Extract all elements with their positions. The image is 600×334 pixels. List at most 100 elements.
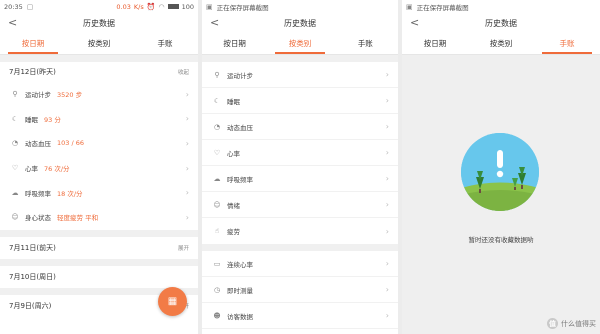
section-divider bbox=[202, 55, 398, 62]
tab-journal[interactable]: 手账 bbox=[333, 33, 398, 54]
category-label: 动态血压 bbox=[227, 123, 253, 132]
calendar-fab-button[interactable]: ▦ bbox=[158, 287, 187, 316]
category-row-continuous-heart-rate[interactable]: ▭ 连续心率 › bbox=[202, 251, 398, 277]
chevron-right-icon: › bbox=[185, 138, 189, 148]
chevron-right-icon: › bbox=[185, 89, 189, 99]
metric-label: 心率 bbox=[25, 165, 38, 174]
tab-by-date[interactable]: 按日期 bbox=[0, 33, 66, 54]
day-title: 7月9日(周六) bbox=[9, 301, 52, 310]
metric-value: 93 分 bbox=[44, 115, 61, 124]
battery-icon bbox=[167, 4, 179, 9]
status-time: 20:35 bbox=[4, 2, 23, 11]
category-label: 访客数据 bbox=[227, 312, 253, 321]
category-row-heart-rate[interactable]: ♡ 心率 › bbox=[202, 140, 398, 166]
page-title: 历史数据 bbox=[284, 18, 316, 28]
tab-journal[interactable]: 手账 bbox=[534, 33, 600, 54]
back-button[interactable]: < bbox=[8, 16, 17, 29]
category-label: 心率 bbox=[227, 149, 240, 158]
chevron-right-icon: › bbox=[385, 311, 389, 320]
section-divider bbox=[0, 258, 198, 266]
category-row-visitor[interactable]: ☻ 访客数据 › bbox=[202, 303, 398, 329]
category-row-fatigue[interactable]: ☝ 疲劳 › bbox=[202, 218, 398, 244]
category-label: 睡眠 bbox=[227, 97, 240, 106]
screen-journal: ▣ 正在保存屏幕截图 < 历史数据 按日期 按类别 手账 暂时还没有收藏数据哟 … bbox=[402, 0, 600, 334]
tab-by-category[interactable]: 按类别 bbox=[468, 33, 534, 54]
day-header-jul12[interactable]: 7月12日(昨天) 收起 bbox=[0, 62, 198, 82]
category-row-mood[interactable]: ☺ 情绪 › bbox=[202, 192, 398, 218]
heart-icon: ♡ bbox=[11, 164, 19, 173]
network-speed: 0.03 bbox=[116, 2, 131, 11]
notification-icon: ▢ bbox=[26, 2, 34, 11]
category-label: 即时测量 bbox=[227, 286, 253, 295]
status-bar: 20:35 ▢ 0.03 K/s ⏰ ◠ 100 bbox=[0, 0, 198, 13]
empty-state-illustration bbox=[461, 133, 539, 211]
breath-icon: ☁ bbox=[213, 174, 221, 183]
day-header-jul11[interactable]: 7月11日(前天) 展开 bbox=[0, 237, 198, 259]
status-bar: ▣ 正在保存屏幕截图 bbox=[202, 0, 398, 13]
tab-bar: 按日期 按类别 手账 bbox=[402, 33, 600, 55]
day-title: 7月11日(前天) bbox=[9, 243, 56, 252]
section-divider bbox=[0, 229, 198, 237]
metric-row-heart-rate[interactable]: ♡ 心率 76 次/分 › bbox=[0, 156, 198, 181]
tab-by-category[interactable]: 按类别 bbox=[267, 33, 332, 54]
network-speed-unit: K/s bbox=[133, 2, 144, 11]
metric-label: 运动计步 bbox=[25, 91, 51, 100]
battery-level: 100 bbox=[181, 2, 194, 11]
tab-by-date[interactable]: 按日期 bbox=[402, 33, 468, 54]
tab-bar: 按日期 按类别 手账 bbox=[0, 33, 198, 55]
category-row-sleep[interactable]: ☾ 睡眠 › bbox=[202, 88, 398, 114]
metric-value: 18 次/分 bbox=[57, 189, 83, 198]
category-row-breathing[interactable]: ☁ 呼吸频率 › bbox=[202, 166, 398, 192]
metric-label: 身心状态 bbox=[25, 214, 51, 223]
page-header: < 历史数据 bbox=[202, 13, 398, 33]
metric-label: 呼吸频率 bbox=[25, 189, 51, 198]
landscape-icon bbox=[461, 133, 539, 211]
tab-by-date[interactable]: 按日期 bbox=[202, 33, 267, 54]
screenshot-icon: ▣ bbox=[406, 2, 413, 11]
chevron-right-icon: › bbox=[385, 148, 389, 157]
back-button[interactable]: < bbox=[410, 16, 419, 29]
category-label: 呼吸频率 bbox=[227, 175, 253, 184]
chevron-right-icon: › bbox=[385, 200, 389, 209]
category-label: 情绪 bbox=[227, 201, 240, 210]
metric-row-mood[interactable]: ☺ 身心状态 轻度疲劳 平和 › bbox=[0, 205, 198, 230]
blood-pressure-icon: ◔ bbox=[213, 122, 221, 131]
expand-toggle[interactable]: 展开 bbox=[178, 244, 189, 252]
mood-icon: ☺ bbox=[213, 200, 221, 209]
day-title: 7月10日(周日) bbox=[9, 272, 56, 281]
category-label: 连续心率 bbox=[227, 260, 253, 269]
metric-row-steps[interactable]: ⚲ 运动计步 3520 步 › bbox=[0, 82, 198, 107]
chevron-right-icon: › bbox=[385, 70, 389, 79]
day-header-jul10[interactable]: 7月10日(周日) bbox=[0, 266, 198, 288]
heart-icon: ♡ bbox=[213, 148, 221, 157]
sleep-icon: ☾ bbox=[11, 114, 19, 123]
metric-row-breathing[interactable]: ☁ 呼吸频率 18 次/分 › bbox=[0, 180, 198, 205]
chevron-right-icon: › bbox=[385, 226, 389, 236]
collapse-toggle[interactable]: 收起 bbox=[178, 68, 189, 76]
status-text: 正在保存屏幕截图 bbox=[416, 3, 469, 12]
back-button[interactable]: < bbox=[210, 16, 219, 29]
watermark-logo: 值 bbox=[547, 318, 558, 329]
chevron-right-icon: › bbox=[385, 174, 389, 183]
instant-measure-icon: ◷ bbox=[213, 285, 221, 294]
breath-icon: ☁ bbox=[11, 188, 19, 197]
chevron-right-icon: › bbox=[385, 122, 389, 131]
tab-by-category[interactable]: 按类别 bbox=[66, 33, 132, 54]
metric-row-sleep[interactable]: ☾ 睡眠 93 分 › bbox=[0, 107, 198, 132]
category-row-blood-pressure[interactable]: ◔ 动态血压 › bbox=[202, 114, 398, 140]
empty-state-message: 暂时还没有收藏数据哟 bbox=[468, 236, 534, 244]
tab-journal[interactable]: 手账 bbox=[132, 33, 198, 54]
screenshot-icon: ▣ bbox=[206, 2, 213, 11]
page-title: 历史数据 bbox=[485, 18, 517, 28]
category-row-instant-measure[interactable]: ◷ 即时测量 › bbox=[202, 277, 398, 303]
tab-bar: 按日期 按类别 手账 bbox=[202, 33, 398, 55]
metric-row-blood-pressure[interactable]: ◔ 动态血压 103 / 66 › bbox=[0, 131, 198, 156]
category-row-steps[interactable]: ⚲ 运动计步 › bbox=[202, 62, 398, 88]
wifi-icon: ◠ bbox=[158, 2, 165, 11]
watermark-text: 什么值得买 bbox=[561, 319, 596, 328]
metric-value: 103 / 66 bbox=[57, 139, 84, 148]
visitor-icon: ☻ bbox=[213, 311, 221, 320]
section-divider bbox=[202, 244, 398, 251]
metric-value: 3520 步 bbox=[57, 91, 83, 100]
section-divider bbox=[0, 55, 198, 62]
